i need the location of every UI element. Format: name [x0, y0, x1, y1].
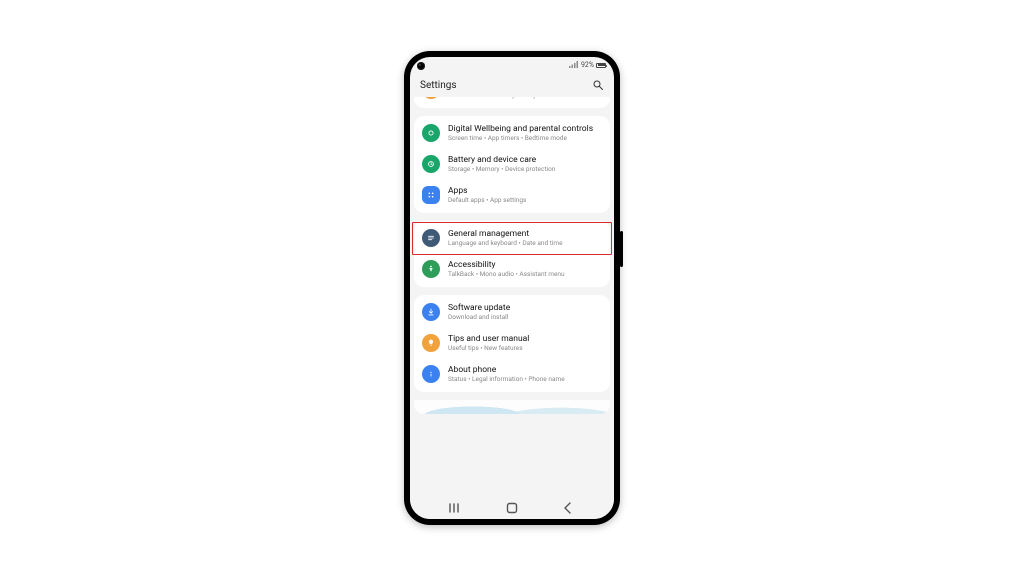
item-title: Battery and device care	[448, 155, 602, 165]
battery-indicator: 92%	[581, 61, 606, 69]
app-header: Settings	[410, 73, 614, 97]
settings-item-about-phone[interactable]: About phone Status • Legal information •…	[414, 359, 610, 390]
tips-icon	[422, 334, 440, 352]
settings-item-digital-wellbeing[interactable]: Digital Wellbeing and parental controls …	[414, 118, 610, 149]
item-title: Digital Wellbeing and parental controls	[448, 124, 602, 134]
item-subtitle: Language and keyboard • Date and time	[448, 240, 602, 248]
item-title: Software update	[448, 303, 602, 313]
nav-recents-button[interactable]	[442, 501, 470, 515]
search-icon	[592, 79, 604, 91]
punch-hole-camera	[417, 62, 425, 70]
item-subtitle: Default apps • App settings	[448, 197, 602, 205]
settings-list: Advanced features Android Auto • Side ke…	[410, 97, 614, 418]
home-icon	[506, 502, 518, 514]
settings-item-accessibility[interactable]: Accessibility TalkBack • Mono audio • As…	[414, 254, 610, 285]
search-button[interactable]	[592, 79, 604, 91]
settings-group: General management Language and keyboard…	[414, 221, 610, 287]
general-management-icon	[422, 229, 440, 247]
accessibility-icon	[422, 260, 440, 278]
recents-icon	[449, 503, 463, 513]
navigation-bar	[410, 497, 614, 519]
page-title: Settings	[420, 80, 457, 91]
battery-care-icon	[422, 155, 440, 173]
settings-item-software-update[interactable]: Software update Download and install	[414, 297, 610, 328]
settings-group: Digital Wellbeing and parental controls …	[414, 116, 610, 213]
item-title: General management	[448, 229, 602, 239]
nav-back-button[interactable]	[554, 501, 582, 515]
wellbeing-icon	[422, 124, 440, 142]
settings-item-general-management[interactable]: General management Language and keyboard…	[414, 223, 610, 254]
settings-item-tips[interactable]: Tips and user manual Useful tips • New f…	[414, 328, 610, 359]
settings-item-battery-device-care[interactable]: Battery and device care Storage • Memory…	[414, 149, 610, 180]
settings-item-advanced-features[interactable]: Advanced features Android Auto • Side ke…	[414, 97, 610, 106]
item-subtitle: Download and install	[448, 314, 602, 322]
settings-scroll-area[interactable]: Advanced features Android Auto • Side ke…	[410, 97, 614, 497]
signal-icon	[569, 61, 578, 70]
item-title: Tips and user manual	[448, 334, 602, 344]
item-subtitle: Screen time • App timers • Bedtime mode	[448, 135, 602, 143]
item-title: Accessibility	[448, 260, 602, 270]
battery-text: 92%	[581, 61, 594, 69]
status-bar: 92%	[410, 57, 614, 73]
item-subtitle: Storage • Memory • Device protection	[448, 166, 602, 174]
screen: 92% Settings	[410, 57, 614, 519]
phone-frame: 92% Settings	[404, 51, 620, 525]
software-update-icon	[422, 303, 440, 321]
item-subtitle: Useful tips • New features	[448, 345, 602, 353]
item-subtitle: TalkBack • Mono audio • Assistant menu	[448, 271, 602, 279]
settings-item-apps[interactable]: Apps Default apps • App settings	[414, 180, 610, 211]
apps-icon	[422, 186, 440, 204]
battery-icon	[596, 63, 606, 68]
nav-home-button[interactable]	[498, 501, 526, 515]
item-title: Apps	[448, 186, 602, 196]
about-phone-icon	[422, 365, 440, 383]
settings-group: Advanced features Android Auto • Side ke…	[414, 97, 610, 108]
back-icon	[563, 502, 573, 514]
advanced-features-icon	[422, 97, 440, 99]
stage: 92% Settings	[0, 0, 1024, 576]
settings-group: Software update Download and install Tip…	[414, 295, 610, 392]
item-subtitle: Android Auto • Side key • Bixby Routines	[448, 97, 602, 100]
item-subtitle: Status • Legal information • Phone name	[448, 376, 602, 384]
footer-decoration	[414, 400, 610, 414]
item-title: About phone	[448, 365, 602, 375]
